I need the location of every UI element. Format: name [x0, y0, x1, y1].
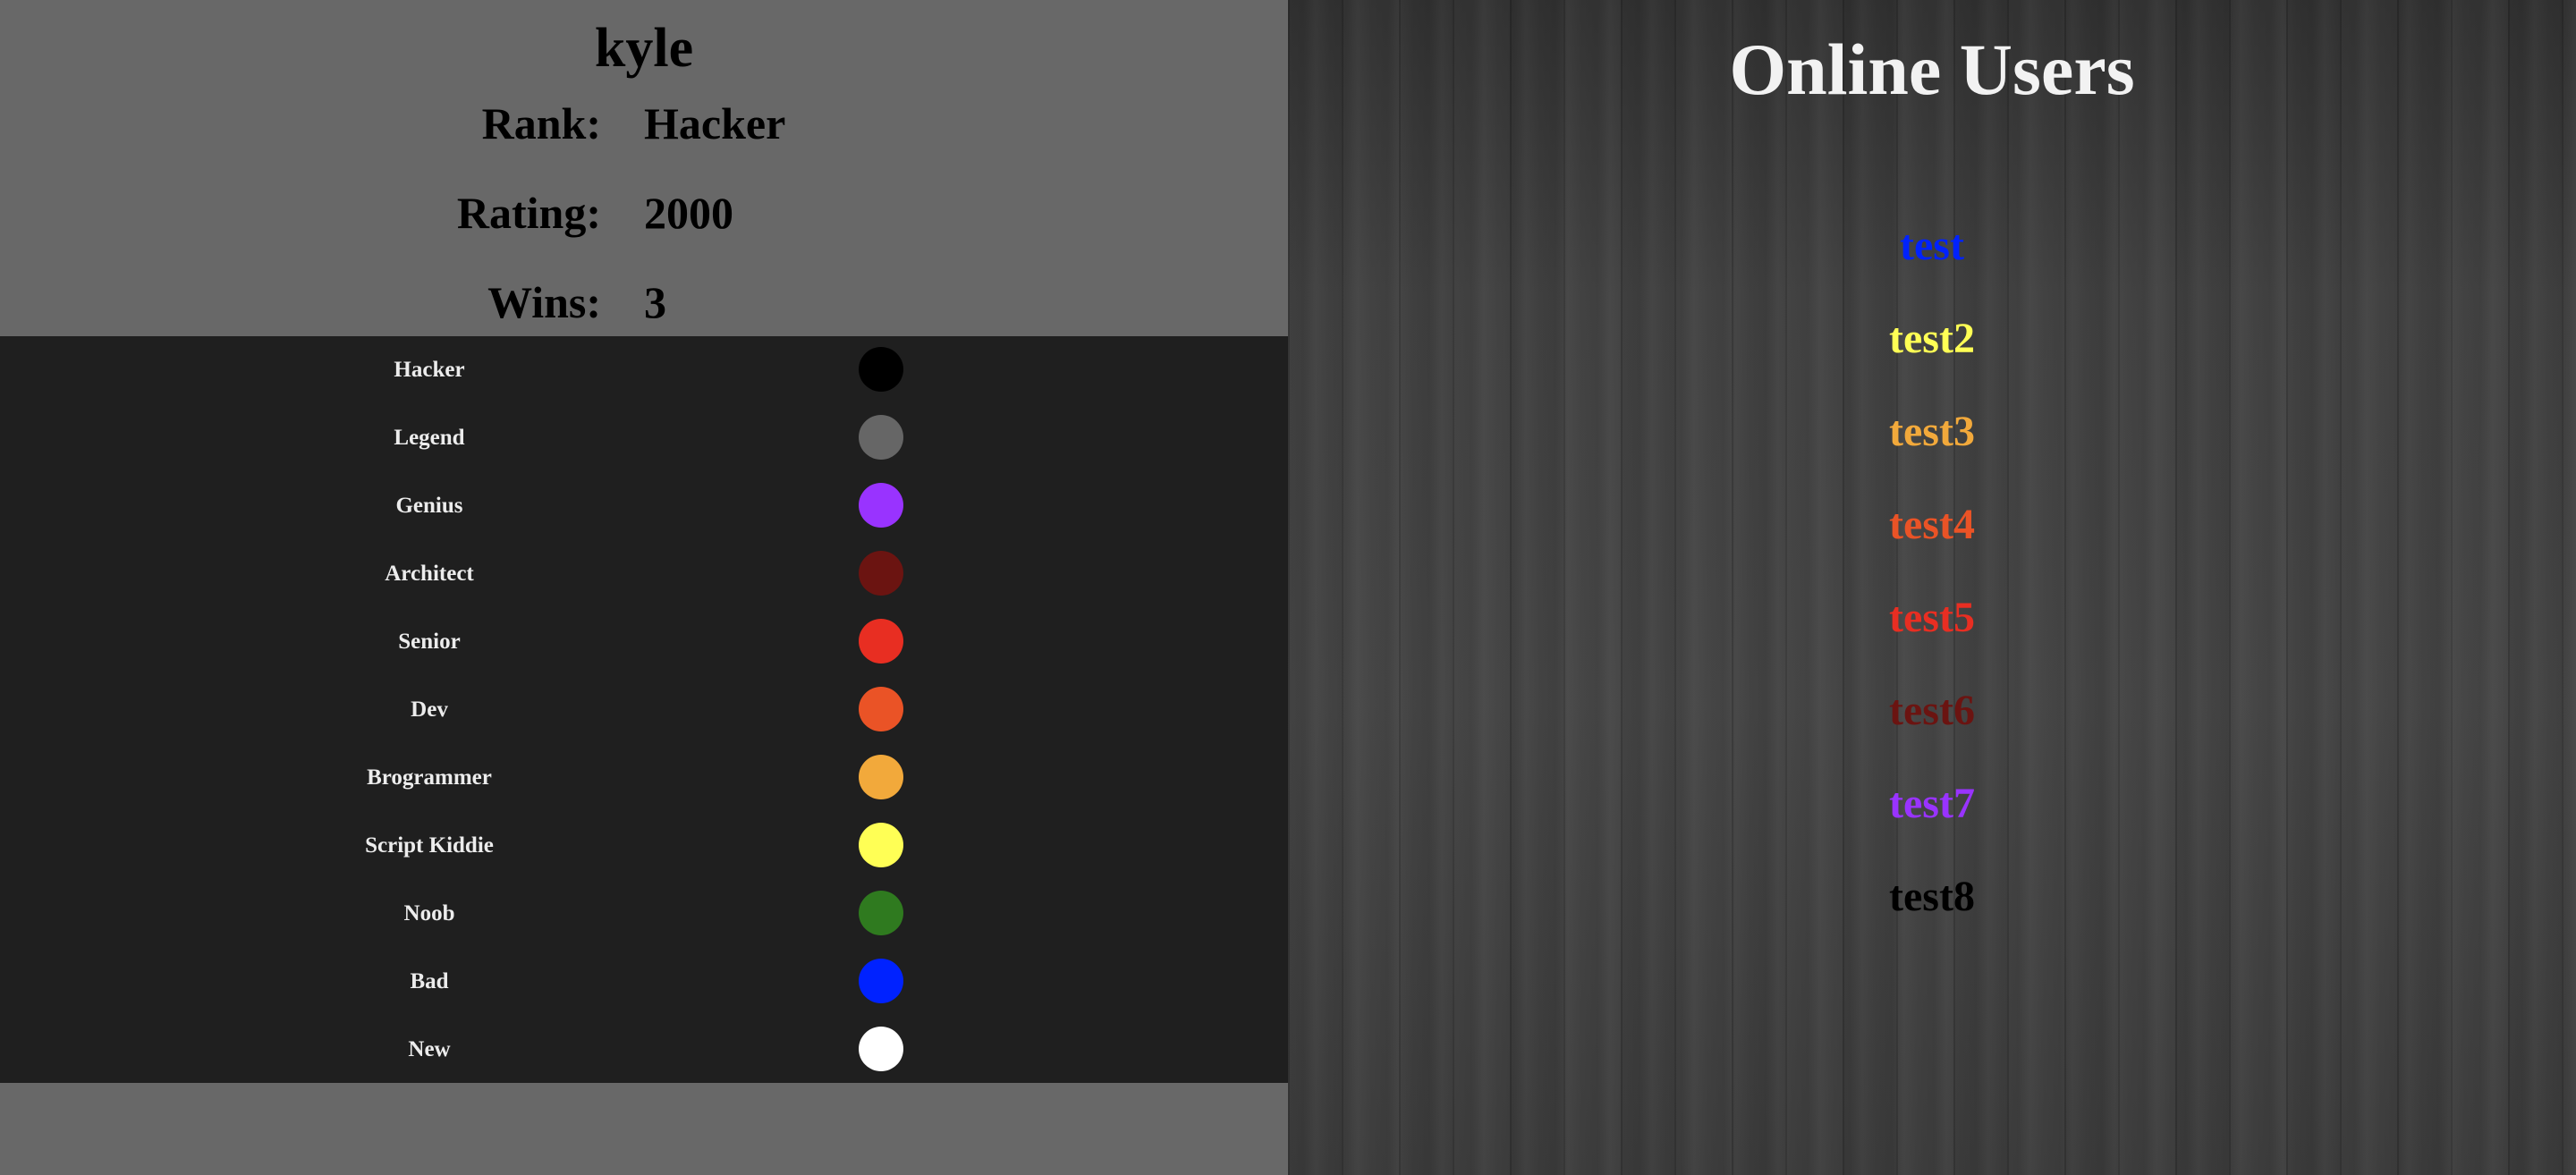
online-user[interactable]: test7 [1288, 773, 2576, 835]
online-users-panel: Online Users test test2 test3 test4 test… [1288, 0, 2576, 1175]
legend-item: Legend [0, 404, 1288, 472]
legend-item: Dev [0, 676, 1288, 744]
legend-label: Script Kiddie [365, 833, 494, 858]
legend-label: Legend [394, 426, 465, 450]
rank-value: Hacker [644, 98, 786, 148]
legend-item: Hacker [0, 336, 1288, 404]
legend-item: Architect [0, 540, 1288, 608]
rank-legend: Hacker Legend Genius Architect Senior De… [0, 336, 1288, 1083]
profile-username: kyle [594, 18, 694, 79]
online-users-title: Online Users [1729, 29, 2135, 110]
rank-color-dot [859, 619, 903, 664]
rank-color-dot [859, 755, 903, 799]
wins-value: 3 [644, 277, 666, 327]
legend-label: Bad [410, 969, 449, 993]
legend-label: Brogrammer [367, 765, 492, 790]
profile-panel: kyle Rank: Hacker Rating: 2000 Wins: 3 [0, 0, 1288, 336]
rank-row: Rank: Hacker [0, 92, 1288, 155]
left-panel: kyle Rank: Hacker Rating: 2000 Wins: 3 H… [0, 0, 1288, 1175]
legend-label: Dev [411, 697, 448, 722]
legend-label: Senior [398, 630, 461, 654]
rank-color-dot [859, 415, 903, 460]
rank-color-dot [859, 687, 903, 731]
legend-item: Senior [0, 608, 1288, 676]
rank-color-dot [859, 347, 903, 392]
wins-row: Wins: 3 [0, 271, 1288, 334]
rating-value: 2000 [644, 188, 733, 238]
online-user[interactable]: test5 [1288, 587, 2576, 649]
online-user[interactable]: test6 [1288, 680, 2576, 742]
legend-item: Genius [0, 472, 1288, 540]
rank-color-dot [859, 551, 903, 596]
rank-color-dot [859, 891, 903, 935]
legend-label: Hacker [394, 358, 465, 382]
legend-label: Architect [385, 562, 474, 586]
online-user[interactable]: test4 [1288, 494, 2576, 556]
rank-color-dot [859, 1027, 903, 1071]
rank-color-dot [859, 823, 903, 867]
rating-label: Rating: [456, 188, 601, 238]
legend-item: Brogrammer [0, 744, 1288, 812]
wins-label: Wins: [487, 277, 601, 327]
rank-label: Rank: [481, 98, 601, 148]
online-user[interactable]: test3 [1288, 401, 2576, 463]
legend-item: Bad [0, 948, 1288, 1016]
online-user[interactable]: test [1288, 215, 2576, 277]
online-user[interactable]: test2 [1288, 308, 2576, 370]
rating-row: Rating: 2000 [0, 182, 1288, 244]
legend-label: Genius [395, 494, 463, 518]
legend-item: New [0, 1016, 1288, 1084]
legend-label: Noob [403, 901, 455, 926]
online-user[interactable]: test8 [1288, 866, 2576, 928]
legend-item: Script Kiddie [0, 812, 1288, 880]
legend-label: New [408, 1037, 451, 1061]
rank-color-dot [859, 959, 903, 1003]
page: kyle Rank: Hacker Rating: 2000 Wins: 3 H… [0, 0, 2576, 1175]
rank-color-dot [859, 483, 903, 528]
legend-item: Noob [0, 880, 1288, 948]
